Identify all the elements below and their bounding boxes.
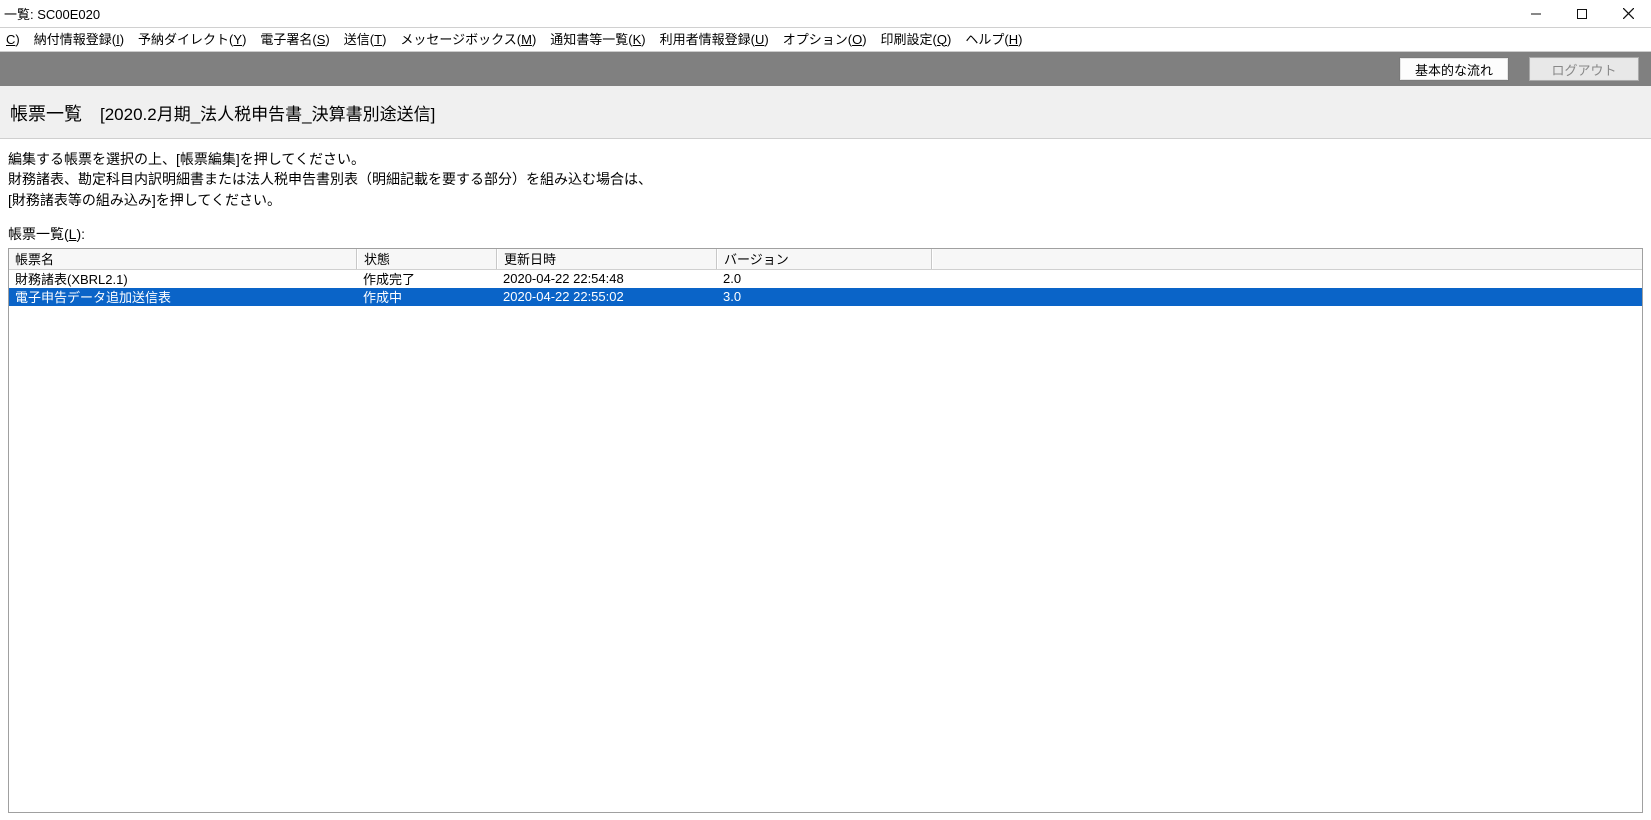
cell-name: 電子申告データ追加送信表 — [9, 288, 357, 306]
column-header-name[interactable]: 帳票名 — [9, 249, 357, 269]
window-controls — [1513, 0, 1651, 27]
titlebar: 一覧: SC00E020 — [0, 0, 1651, 28]
cell-date: 2020-04-22 22:54:48 — [497, 270, 717, 288]
page-title: 帳票一覧 — [10, 100, 82, 126]
window-title: 一覧: SC00E020 — [4, 4, 100, 23]
instruction-line: [財務諸表等の組み込み]を押してください。 — [8, 190, 1643, 210]
menu-item[interactable]: 予納ダイレクト(Y) — [138, 28, 246, 52]
list-header[interactable]: 帳票名 状態 更新日時 バージョン — [9, 249, 1642, 270]
maximize-icon — [1577, 9, 1587, 19]
list-label: 帳票一覧(L): — [8, 224, 1643, 244]
list-rows: 財務諸表(XBRL2.1)作成完了2020-04-22 22:54:482.0電… — [9, 270, 1642, 306]
page-header: 帳票一覧 [2020.2月期_法人税申告書_決算書別途送信] — [0, 86, 1651, 139]
menu-item[interactable]: 印刷設定(Q) — [881, 28, 952, 52]
menu-item[interactable]: メッセージボックス(M) — [400, 28, 536, 52]
menu-item[interactable]: オプション(O) — [783, 28, 867, 52]
menu-item[interactable]: 送信(T) — [344, 28, 387, 52]
cell-version: 2.0 — [717, 270, 932, 288]
cell-date: 2020-04-22 22:55:02 — [497, 288, 717, 306]
close-icon — [1623, 8, 1634, 19]
menu-item[interactable]: 納付情報登録(I) — [34, 28, 124, 52]
instructions: 編集する帳票を選択の上、[帳票編集]を押してください。 財務諸表、勘定科目内訳明… — [8, 149, 1643, 210]
table-row[interactable]: 財務諸表(XBRL2.1)作成完了2020-04-22 22:54:482.0 — [9, 270, 1642, 288]
cell-status: 作成完了 — [357, 270, 497, 288]
cell-name: 財務諸表(XBRL2.1) — [9, 270, 357, 288]
menu-item[interactable]: 通知書等一覧(K) — [550, 28, 645, 52]
report-list[interactable]: 帳票名 状態 更新日時 バージョン 財務諸表(XBRL2.1)作成完了2020-… — [8, 248, 1643, 813]
minimize-icon — [1531, 9, 1541, 19]
table-row[interactable]: 電子申告データ追加送信表作成中2020-04-22 22:55:023.0 — [9, 288, 1642, 306]
menu-item[interactable]: 電子署名(S) — [260, 28, 329, 52]
menu-item[interactable]: 利用者情報登録(U) — [660, 28, 769, 52]
logout-button: ログアウト — [1529, 57, 1639, 81]
column-header-spacer — [932, 249, 1642, 269]
column-header-date[interactable]: 更新日時 — [497, 249, 717, 269]
close-button[interactable] — [1605, 0, 1651, 27]
column-header-status[interactable]: 状態 — [357, 249, 497, 269]
menubar: C) 納付情報登録(I) 予納ダイレクト(Y) 電子署名(S) 送信(T) メッセージボッ… — [0, 28, 1651, 52]
toolbar: 基本的な流れ ログアウト — [0, 52, 1651, 86]
basic-flow-button[interactable]: 基本的な流れ — [1399, 57, 1509, 81]
column-header-version[interactable]: バージョン — [717, 249, 932, 269]
page-subtitle: [2020.2月期_法人税申告書_決算書別途送信] — [100, 100, 435, 125]
instruction-line: 財務諸表、勘定科目内訳明細書または法人税申告書別表（明細記載を要する部分）を組み… — [8, 169, 1643, 189]
menu-item[interactable]: ヘルプ(H) — [965, 28, 1022, 52]
page-body: 編集する帳票を選択の上、[帳票編集]を押してください。 財務諸表、勘定科目内訳明… — [0, 139, 1651, 820]
minimize-button[interactable] — [1513, 0, 1559, 27]
menu-item[interactable]: C) — [6, 28, 20, 52]
maximize-button[interactable] — [1559, 0, 1605, 27]
cell-version: 3.0 — [717, 288, 932, 306]
cell-status: 作成中 — [357, 288, 497, 306]
instruction-line: 編集する帳票を選択の上、[帳票編集]を押してください。 — [8, 149, 1643, 169]
